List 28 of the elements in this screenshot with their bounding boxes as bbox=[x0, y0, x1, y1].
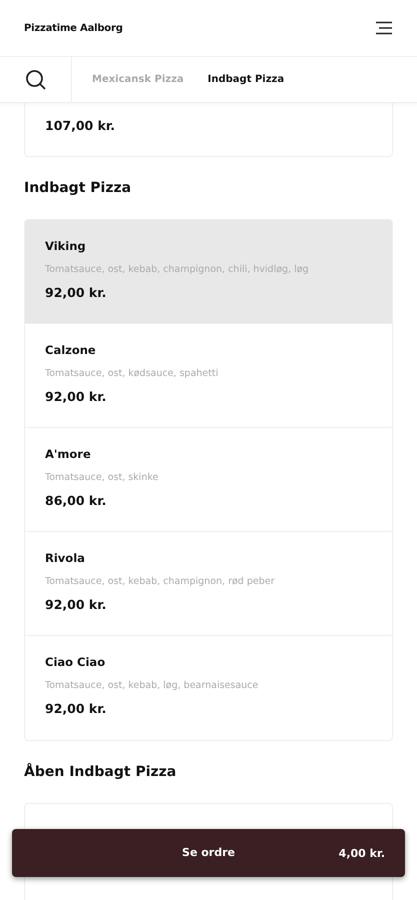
section-title: Åben Indbagt Pizza bbox=[24, 762, 178, 782]
menu-item[interactable]: Calzone Tomatsauce, ost, kødsauce, spahetti 92,00 kr. bbox=[25, 324, 392, 428]
item-name: Calzone bbox=[45, 342, 97, 359]
item-price: 92,00 kr. bbox=[45, 700, 108, 718]
item-name: A'more bbox=[45, 446, 92, 463]
item-description: Tomatsauce, ost, skinke bbox=[45, 471, 160, 486]
item-description: Tomatsauce, ost, kebab, champignon, rød peber bbox=[45, 575, 276, 590]
order-total: 4,00 kr. bbox=[338, 846, 385, 862]
item-name: Ciao Ciao bbox=[45, 654, 106, 671]
item-name: Viking bbox=[45, 238, 87, 255]
category-tab[interactable]: Indbagt Pizza bbox=[196, 72, 296, 87]
search-icon[interactable] bbox=[24, 68, 46, 90]
menu-icon[interactable] bbox=[375, 21, 393, 35]
section-title: Indbagt Pizza bbox=[24, 179, 132, 198]
item-price: 92,00 kr. bbox=[45, 596, 108, 614]
menu-item[interactable]: Rivola Tomatsauce, ost, kebab, champignon, rød peber 92,00 kr. bbox=[25, 532, 392, 636]
item-price: 92,00 kr. bbox=[45, 388, 108, 406]
menu-item[interactable]: A'more Tomatsauce, ost, skinke 86,00 kr. bbox=[25, 428, 392, 532]
item-price: 92,00 kr. bbox=[45, 284, 108, 302]
restaurant-title: Pizzatime Aalborg bbox=[24, 22, 123, 36]
item-name: Rivola bbox=[45, 550, 86, 567]
item-price: 107,00 kr. bbox=[45, 117, 116, 135]
menu-item[interactable]: Viking Tomatsauce, ost, kebab, champignon, chili, hvidløg, løg 92,00 kr. bbox=[25, 220, 392, 324]
item-description: Tomatsauce, ost, kebab, løg, bearnaisesauce bbox=[45, 679, 260, 694]
item-description: Tomatsauce, ost, kebab, champignon, chili, hvidløg, løg bbox=[45, 263, 310, 278]
menu-item[interactable]: Ciao Ciao Tomatsauce, ost, kebab, løg, bearnaisesauce 92,00 kr. bbox=[25, 636, 392, 740]
item-description: Tomatsauce, ost, kødsauce, spahetti bbox=[45, 367, 220, 382]
item-price: 86,00 kr. bbox=[45, 492, 108, 510]
